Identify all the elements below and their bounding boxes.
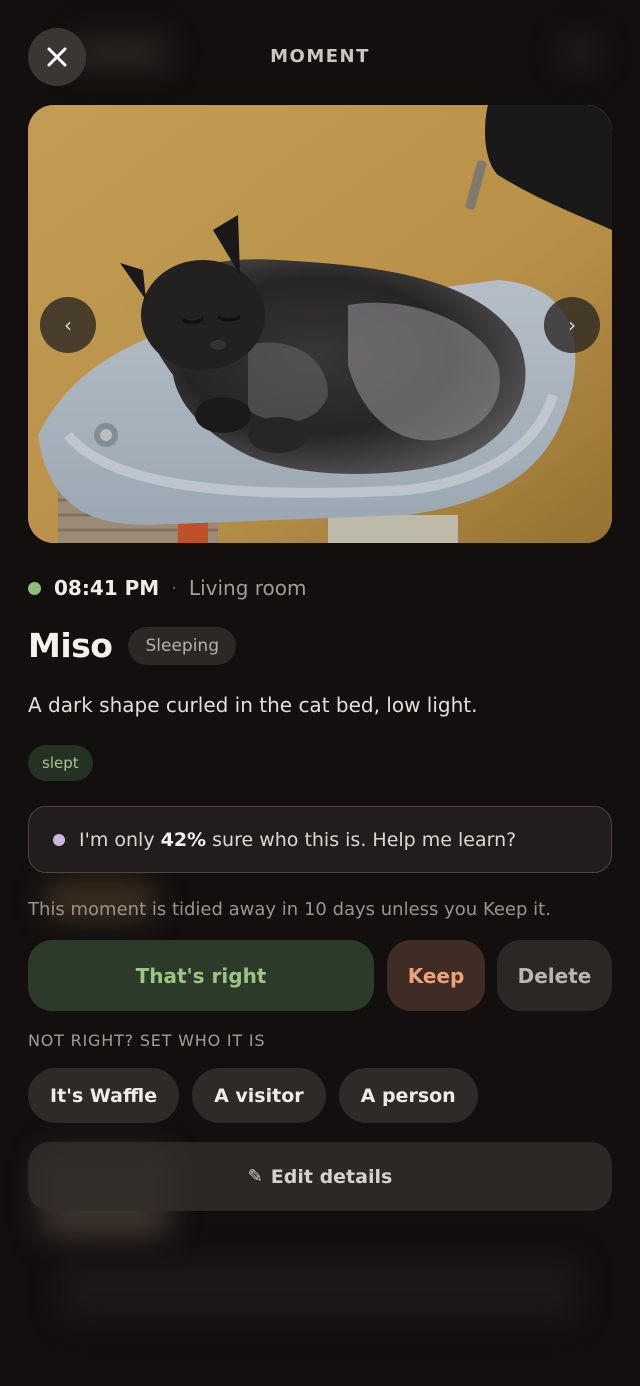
subject-name: Miso	[28, 626, 113, 665]
next-photo-button[interactable]: ›	[544, 297, 600, 353]
activity-tag: slept	[28, 745, 93, 781]
chip-visitor[interactable]: A visitor	[192, 1068, 326, 1123]
help-learn-text: I'm only 42% sure who this is. Help me l…	[79, 828, 517, 851]
previous-photo-button[interactable]: ‹	[40, 297, 96, 353]
keep-button[interactable]: Keep	[387, 940, 485, 1011]
subject-row: Miso Sleeping	[28, 626, 236, 665]
moment-meta: 08:41 PM · Living room	[28, 572, 306, 604]
chip-person[interactable]: A person	[338, 1068, 478, 1123]
action-buttons: That's right Keep Delete	[28, 940, 612, 1011]
delete-button[interactable]: Delete	[497, 940, 612, 1011]
moment-room: Living room	[188, 576, 307, 600]
not-right-heading: NOT RIGHT? SET WHO IT IS	[28, 1031, 266, 1050]
confirm-button[interactable]: That's right	[28, 940, 374, 1011]
page-title: MOMENT	[270, 46, 370, 67]
identity-chips: It's Waffle A visitor A person	[28, 1068, 491, 1123]
moment-time: 08:41 PM	[54, 576, 160, 600]
status-dot	[28, 581, 41, 595]
moment-screen: MOMENT ‹ › 08:41 PM · Living room Miso S…	[0, 0, 640, 1386]
edit-details-label: Edit details	[270, 1165, 393, 1188]
status-badge: Sleeping	[128, 626, 236, 665]
prompt-dot	[53, 833, 65, 846]
moment-photo[interactable]	[28, 105, 612, 543]
cat-photo	[28, 105, 612, 543]
confidence-value: 42%	[160, 828, 207, 851]
edit-details-button[interactable]: ✎ Edit details	[28, 1142, 612, 1211]
help-learn-prompt[interactable]: I'm only 42% sure who this is. Help me l…	[28, 806, 612, 873]
pencil-icon: ✎	[247, 1166, 263, 1187]
tidy-notice: This moment is tidied away in 10 days un…	[28, 899, 551, 920]
moment-description: A dark shape curled in the cat bed, low …	[28, 693, 478, 717]
blurred-background	[60, 1260, 580, 1320]
separator: ·	[171, 577, 177, 599]
chip-waffle[interactable]: It's Waffle	[28, 1068, 180, 1123]
